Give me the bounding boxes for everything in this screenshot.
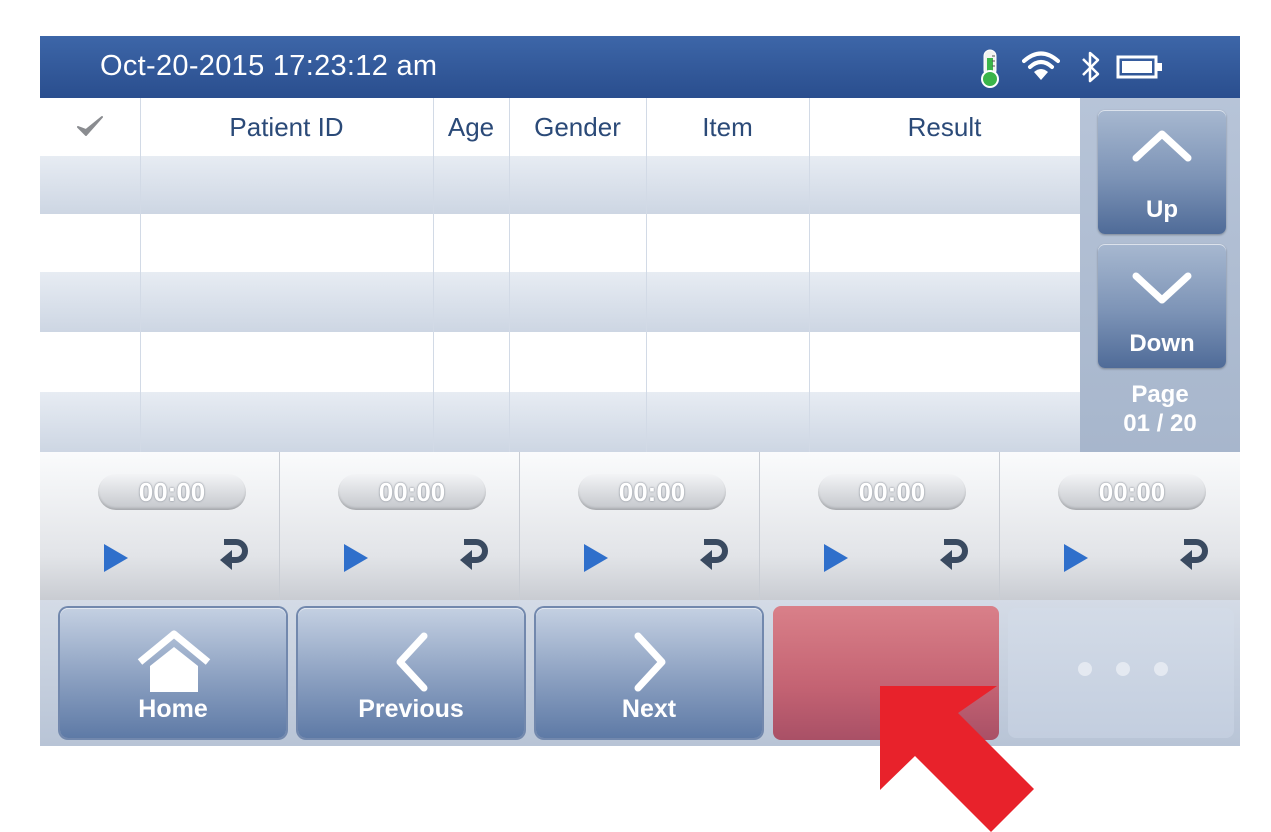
chevron-up-icon: [1132, 130, 1192, 162]
column-header-age[interactable]: Age: [433, 98, 509, 156]
timer-slot: 00:00: [1000, 452, 1240, 600]
table-row[interactable]: [40, 214, 1080, 272]
return-icon[interactable]: [1176, 536, 1210, 576]
up-button[interactable]: Up: [1098, 110, 1226, 234]
column-header-patient-id[interactable]: Patient ID: [140, 98, 433, 156]
play-icon[interactable]: [1062, 542, 1090, 574]
bluetooth-icon: [1080, 49, 1102, 90]
next-label: Next: [621, 695, 677, 723]
timer-strip: 00:00 00:00 00:00 00:00 00:00: [40, 452, 1240, 600]
return-icon[interactable]: [216, 536, 250, 576]
timer-display: 00:00: [338, 474, 486, 510]
battery-icon: [1116, 54, 1164, 85]
chevron-right-icon: [634, 632, 666, 692]
play-icon[interactable]: [582, 542, 610, 574]
more-icon: [1078, 662, 1168, 676]
home-label: Home: [138, 695, 208, 723]
previous-button[interactable]: Previous: [298, 608, 524, 738]
results-table: Patient ID Age Gender Item Result: [40, 98, 1080, 452]
status-bar: Oct-20-2015 17:23:12 am: [40, 36, 1240, 98]
timer-display: 00:00: [98, 474, 246, 510]
return-icon[interactable]: [936, 536, 970, 576]
more-button[interactable]: [1008, 608, 1234, 738]
pointer-arrow-icon: [880, 686, 1034, 832]
return-icon[interactable]: [696, 536, 730, 576]
return-icon[interactable]: [456, 536, 490, 576]
previous-label: Previous: [358, 695, 464, 723]
timer-slot: 00:00: [760, 452, 1000, 600]
column-header-result[interactable]: Result: [809, 98, 1080, 156]
table-row[interactable]: [40, 272, 1080, 332]
down-label: Down: [1129, 330, 1195, 357]
play-icon[interactable]: [822, 542, 850, 574]
home-icon: [137, 630, 211, 692]
chevron-down-icon: [1132, 272, 1192, 304]
timer-slot: 00:00: [40, 452, 280, 600]
pagination-panel: Up Down Page 01 / 20: [1080, 98, 1240, 452]
down-button[interactable]: Down: [1098, 244, 1226, 368]
play-icon[interactable]: [342, 542, 370, 574]
device-screen: Oct-20-2015 17:23:12 am Patient ID Age G…: [40, 36, 1240, 746]
wifi-icon: [1022, 50, 1060, 87]
table-row[interactable]: [40, 156, 1080, 214]
home-button[interactable]: Home: [60, 608, 286, 738]
bottom-nav: Home Previous Next: [40, 600, 1240, 746]
table-row[interactable]: [40, 392, 1080, 452]
timer-display: 00:00: [1058, 474, 1206, 510]
up-label: Up: [1146, 196, 1178, 223]
column-header-item[interactable]: Item: [646, 98, 809, 156]
chevron-left-icon: [396, 632, 428, 692]
thermometer-icon: [978, 48, 1002, 93]
page-value: 01 / 20: [1123, 410, 1197, 437]
datetime: Oct-20-2015 17:23:12 am: [100, 50, 438, 82]
timer-display: 00:00: [578, 474, 726, 510]
page-label: Page: [1131, 381, 1189, 408]
select-all-checkmark-icon[interactable]: [68, 98, 112, 156]
table-row[interactable]: [40, 332, 1080, 392]
timer-display: 00:00: [818, 474, 966, 510]
column-header-gender[interactable]: Gender: [509, 98, 646, 156]
next-button[interactable]: Next: [536, 608, 762, 738]
page-indicator: Page 01 / 20: [1080, 380, 1240, 438]
timer-slot: 00:00: [520, 452, 760, 600]
timer-slot: 00:00: [280, 452, 520, 600]
play-icon[interactable]: [102, 542, 130, 574]
